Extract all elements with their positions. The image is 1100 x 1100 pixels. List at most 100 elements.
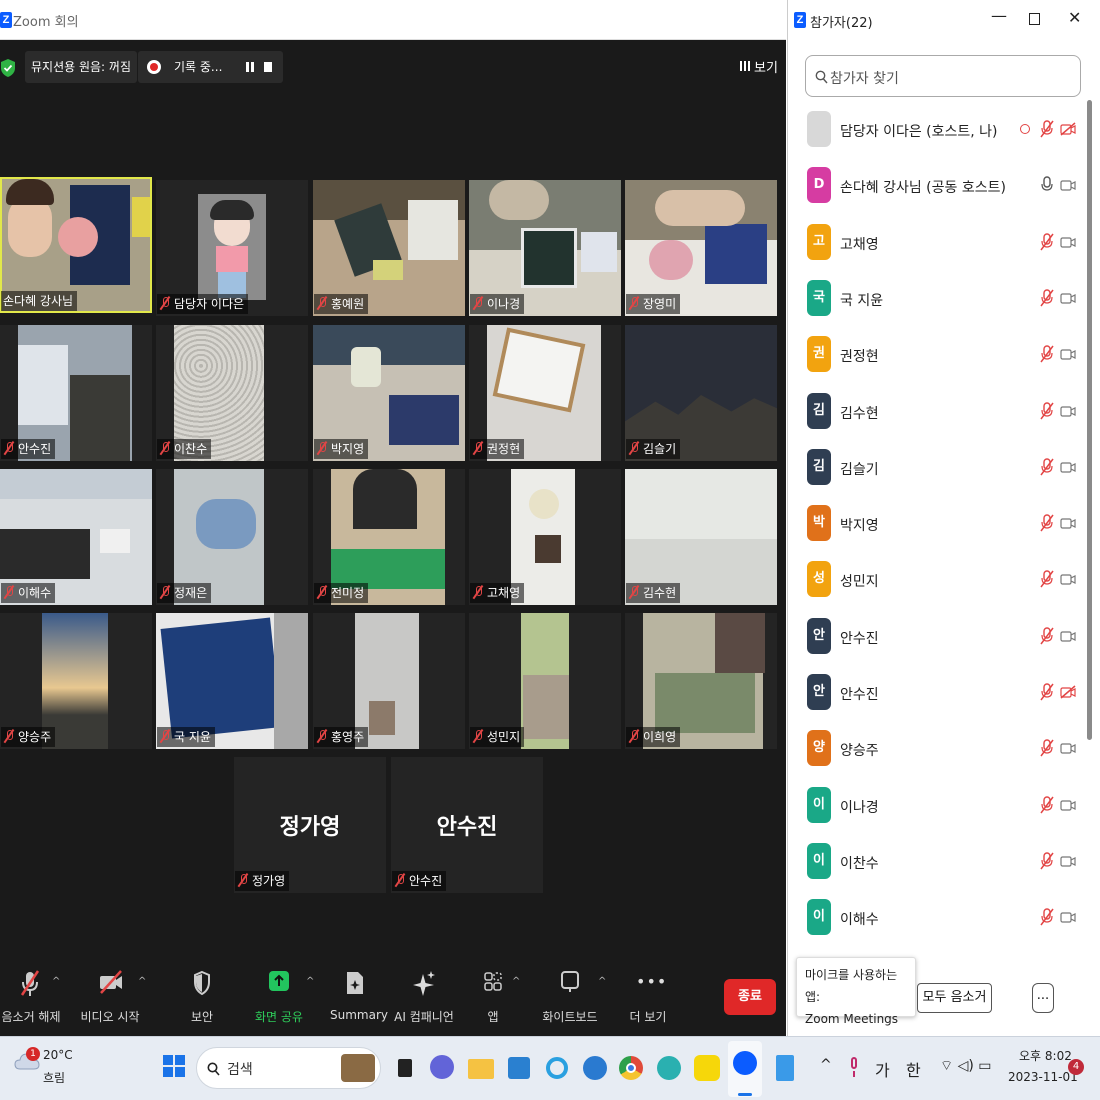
participant-row[interactable]: 박 박지영 — [788, 496, 1088, 552]
internet-explorer-icon[interactable] — [542, 1051, 572, 1085]
taskbar-search[interactable]: 검색 — [196, 1047, 381, 1089]
participant-row[interactable]: 이 이해수 — [788, 890, 1088, 946]
video-tile[interactable]: 박지영 — [313, 325, 465, 461]
notepad-icon[interactable] — [770, 1051, 800, 1085]
video-tile[interactable]: 홍영주 — [313, 613, 465, 749]
video-tile[interactable]: 양승주 — [0, 613, 152, 749]
mic-muted-icon[interactable] — [1040, 852, 1054, 870]
participants-scrollbar[interactable] — [1087, 100, 1092, 740]
mic-in-use-icon[interactable] — [848, 1057, 860, 1079]
video-tile[interactable]: 김슬기 — [625, 325, 777, 461]
video-icon[interactable] — [1060, 629, 1076, 643]
notification-badge[interactable]: 4 — [1068, 1059, 1084, 1075]
mic-muted-icon[interactable] — [1040, 739, 1054, 757]
video-off-icon[interactable] — [1060, 122, 1076, 136]
video-tile[interactable]: 이나경 — [469, 180, 621, 316]
participant-row[interactable]: 안 안수진 — [788, 665, 1088, 721]
ime-mode-han[interactable]: 한 — [906, 1057, 921, 1081]
end-meeting-button[interactable]: 종료 — [724, 979, 776, 1015]
mic-muted-icon[interactable] — [1040, 232, 1054, 251]
mic-muted-icon[interactable] — [1040, 514, 1054, 532]
video-tile[interactable]: 고채영 — [469, 469, 621, 605]
participant-search-input[interactable]: 참가자 찾기 — [805, 55, 1081, 97]
file-explorer-icon[interactable] — [466, 1051, 496, 1085]
video-icon[interactable] — [1060, 404, 1076, 418]
participant-row[interactable]: 권 권정현 — [788, 327, 1088, 383]
start-button[interactable] — [163, 1055, 185, 1077]
app-icon[interactable] — [654, 1051, 684, 1085]
mic-muted-icon[interactable] — [1040, 289, 1054, 307]
mic-muted-icon[interactable] — [1040, 683, 1054, 701]
video-tile[interactable]: 이희영 — [625, 613, 777, 749]
mic-muted-icon[interactable] — [1040, 908, 1054, 926]
video-tile[interactable]: 장영미 — [625, 180, 777, 316]
mic-muted-icon[interactable] — [1040, 458, 1054, 476]
video-icon[interactable] — [1060, 798, 1076, 812]
shield-icon[interactable] — [0, 58, 16, 78]
pause-icon[interactable] — [246, 62, 254, 72]
video-tile[interactable]: 권정현 — [469, 325, 621, 461]
participant-row[interactable]: D 손다혜 강사님 (공동 호스트) — [788, 158, 1088, 214]
video-tile[interactable]: 국 지윤 — [156, 613, 308, 749]
participant-row[interactable]: 김 김슬기 — [788, 440, 1088, 496]
video-tile[interactable]: 이찬수 — [156, 325, 308, 461]
ime-mode-ga[interactable]: 가 — [875, 1057, 890, 1081]
video-icon[interactable] — [1060, 572, 1076, 586]
video-tile[interactable]: 안수진 안수진 — [391, 757, 543, 893]
kakaotalk-icon[interactable] — [692, 1051, 722, 1085]
tray-overflow-icon[interactable]: ^ — [820, 1057, 832, 1073]
taskview-icon[interactable] — [392, 1051, 422, 1085]
mic-muted-icon[interactable] — [1040, 345, 1054, 363]
chat-app-icon[interactable] — [428, 1051, 458, 1085]
minimize-icon[interactable]: — — [991, 6, 1007, 25]
participant-row[interactable]: 안 안수진 — [788, 609, 1088, 665]
video-icon[interactable] — [1060, 178, 1076, 192]
video-icon[interactable] — [1060, 460, 1076, 474]
participant-row[interactable]: 성 성민지 — [788, 552, 1088, 608]
edge-icon[interactable] — [580, 1051, 610, 1085]
chrome-icon[interactable] — [616, 1051, 646, 1085]
participant-row[interactable]: 고 고채영 — [788, 215, 1088, 271]
video-icon[interactable] — [1060, 235, 1076, 249]
recording-status[interactable]: 기록 중... — [138, 51, 283, 83]
mic-muted-icon[interactable] — [1040, 401, 1054, 420]
weather-widget[interactable]: 1 — [14, 1047, 40, 1073]
mic-muted-icon[interactable] — [1040, 795, 1054, 814]
mute-all-button[interactable]: 모두 음소거 — [917, 983, 992, 1013]
participant-row[interactable]: 김 김수현 — [788, 384, 1088, 440]
video-tile[interactable]: 정재은 — [156, 469, 308, 605]
zoom-taskbar-button[interactable] — [728, 1041, 762, 1097]
clock-date[interactable]: 2023-11-01 — [1008, 1070, 1078, 1084]
video-icon[interactable] — [1060, 854, 1076, 868]
video-tile[interactable]: 손다혜 강사님 — [0, 177, 152, 313]
participant-row[interactable]: 국 국 지윤 — [788, 271, 1088, 327]
store-icon[interactable] — [504, 1051, 534, 1085]
video-tile[interactable]: 안수진 — [0, 325, 152, 461]
mic-muted-icon[interactable] — [1040, 626, 1054, 645]
original-sound-status[interactable]: 뮤지션용 원음: 꺼짐 — [25, 51, 137, 83]
video-tile[interactable]: 이해수 — [0, 469, 152, 605]
video-icon[interactable] — [1060, 516, 1076, 530]
video-icon[interactable] — [1060, 347, 1076, 361]
close-icon[interactable]: ✕ — [1068, 8, 1081, 27]
video-tile[interactable]: 전미정 — [313, 469, 465, 605]
maximize-icon[interactable] — [1029, 13, 1040, 25]
participant-row[interactable]: 양 양승주 — [788, 721, 1088, 777]
video-icon[interactable] — [1060, 741, 1076, 755]
video-off-icon[interactable] — [1060, 685, 1076, 699]
video-tile[interactable]: 담당자 이다은 — [156, 180, 308, 316]
participant-row[interactable]: 이 이나경 — [788, 778, 1088, 834]
participant-row[interactable]: 담당자 이다은 (호스트, 나) — [788, 102, 1088, 158]
network-sound-battery-icons[interactable]: ⌔ ◁) ▭ — [940, 1057, 992, 1075]
video-tile[interactable]: 김수현 — [625, 469, 777, 605]
mic-muted-icon[interactable] — [1040, 120, 1054, 138]
participant-row[interactable]: 이 이찬수 — [788, 834, 1088, 890]
video-icon[interactable] — [1060, 291, 1076, 305]
video-tile[interactable]: 홍예원 — [313, 180, 465, 316]
mic-muted-icon[interactable] — [1040, 570, 1054, 588]
participants-more-button[interactable]: ... — [1032, 983, 1054, 1013]
mic-icon[interactable] — [1040, 176, 1054, 194]
video-tile[interactable]: 정가영 정가영 — [234, 757, 386, 893]
clock-time[interactable]: 오후 8:02 — [1019, 1047, 1072, 1064]
video-tile[interactable]: 성민지 — [469, 613, 621, 749]
